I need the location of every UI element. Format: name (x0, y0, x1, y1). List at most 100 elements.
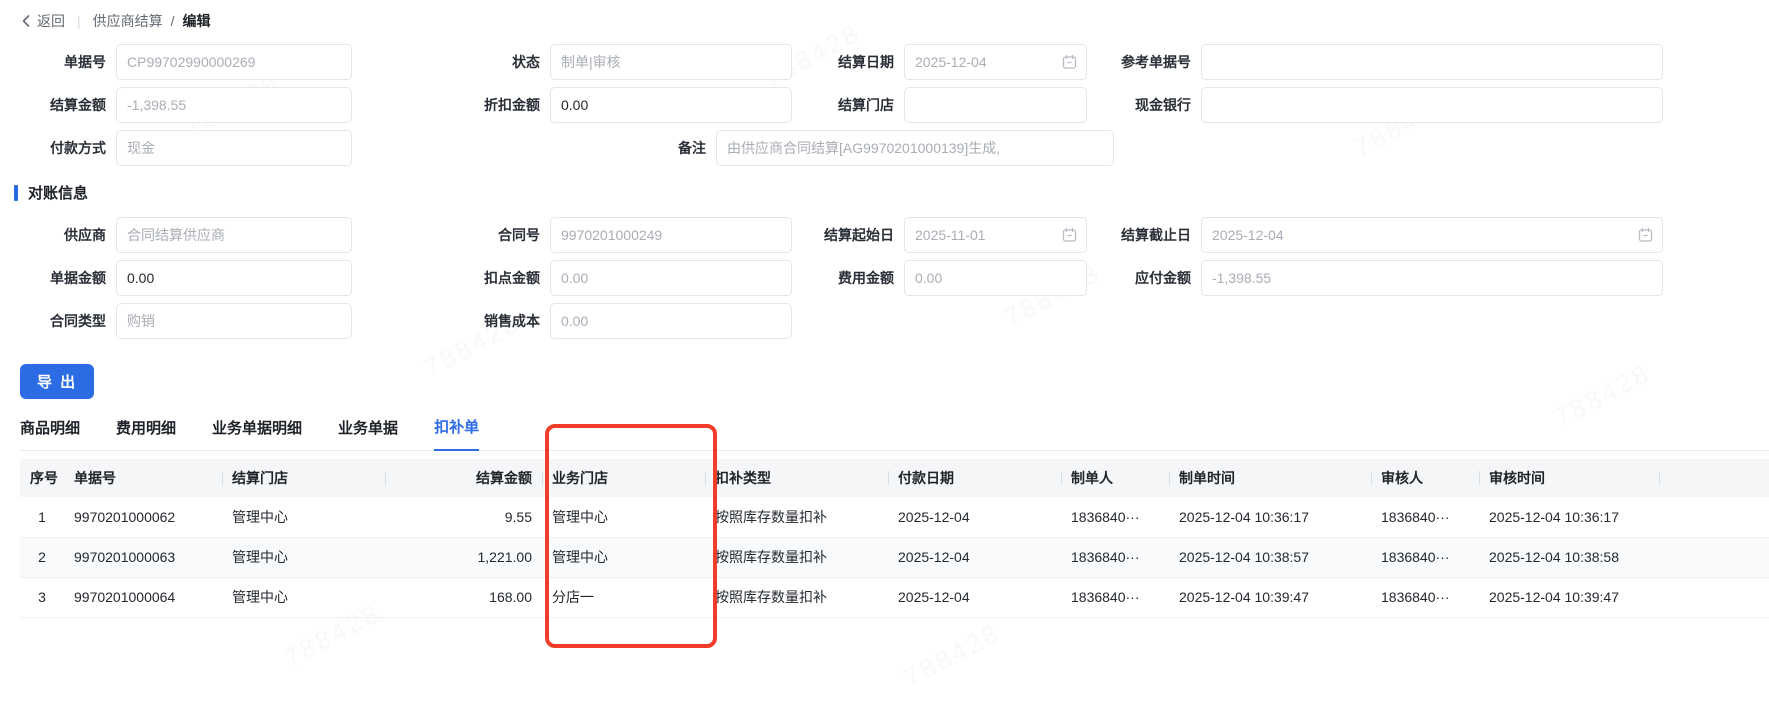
cash-bank-label: 现金银行 (1135, 97, 1191, 113)
deduct-amount-label: 扣点金额 (484, 270, 540, 286)
cash-bank-input[interactable] (1201, 87, 1663, 123)
col-header-seq: 序号 (20, 459, 64, 497)
contract-type-label: 合同类型 (50, 313, 106, 329)
calendar-icon[interactable] (1062, 227, 1077, 243)
breadcrumb-divider: | (77, 13, 81, 29)
tab-fee-detail[interactable]: 费用明细 (116, 417, 176, 450)
supplier-label: 供应商 (64, 227, 106, 243)
doc-amount-input[interactable] (116, 260, 352, 296)
reconcile-section-title: 对账信息 (14, 182, 1769, 203)
table-cell (1659, 497, 1769, 538)
discount-amount-input[interactable] (550, 87, 792, 123)
contract-no-input[interactable] (550, 217, 792, 253)
table-cell: 管理中心 (222, 537, 385, 578)
breadcrumb-section[interactable]: 供应商结算 (93, 11, 163, 31)
contract-type-input[interactable] (116, 303, 352, 339)
settle-amount-input[interactable] (116, 87, 352, 123)
calendar-icon[interactable] (1638, 227, 1653, 243)
reconcile-section-label: 对账信息 (28, 185, 89, 202)
form-row-3: 付款方式 备注 (20, 130, 1769, 166)
table-cell: 2025-12-04 (888, 497, 1061, 538)
reconcile-row-2: 单据金额 扣点金额 费用金额 应付金额 (20, 260, 1769, 296)
table-cell: 管理中心 (222, 497, 385, 538)
settle-end-input[interactable] (1201, 217, 1663, 253)
table-cell: 9970201000064 (64, 577, 222, 618)
sales-cost-label: 销售成本 (484, 313, 540, 329)
col-header-creator: 制单人 (1061, 459, 1169, 497)
settle-amount-label: 结算金额 (50, 97, 106, 113)
tab-business-doc-detail[interactable]: 业务单据明细 (212, 417, 302, 450)
payable-amount-input[interactable] (1201, 260, 1663, 296)
supplier-input[interactable] (116, 217, 352, 253)
breadcrumb: 返回 | 供应商结算 / 编辑 (20, 8, 1769, 34)
doc-no-label: 单据号 (64, 54, 106, 70)
tab-product-detail[interactable]: 商品明细 (20, 417, 80, 450)
back-button[interactable]: 返回 (20, 11, 65, 31)
settle-date-label: 结算日期 (838, 54, 894, 70)
settle-end-field (1201, 217, 1663, 253)
sales-cost-input[interactable] (550, 303, 792, 339)
status-input[interactable] (550, 44, 792, 80)
table-cell: 管理中心 (542, 537, 705, 578)
tab-business-doc[interactable]: 业务单据 (338, 417, 398, 450)
table-row[interactable]: 2 9970201000063 管理中心 1,221.00 管理中心 按照库存数… (20, 537, 1769, 578)
col-header-filler (1659, 459, 1769, 497)
col-header-business-store: 业务门店 (542, 459, 705, 497)
settle-start-label: 结算起始日 (824, 227, 894, 243)
table-row[interactable]: 3 9970201000064 管理中心 168.00 分店一 按照库存数量扣补… (20, 577, 1769, 618)
supplier-settlement-edit-page: 788428 788428 788428 788428 788428 78842… (0, 0, 1769, 712)
col-header-auditor: 审核人 (1371, 459, 1479, 497)
contract-no-label: 合同号 (498, 227, 540, 243)
settle-store-input[interactable] (904, 87, 1087, 123)
discount-amount-label: 折扣金额 (484, 97, 540, 113)
table-cell: 1836840··· (1371, 537, 1479, 578)
table-cell: 1 (20, 497, 64, 538)
col-header-create-time: 制单时间 (1169, 459, 1371, 497)
doc-no-input[interactable] (116, 44, 352, 80)
watermark-text: 788428 (898, 617, 1006, 693)
settle-start-field (904, 217, 1087, 253)
col-header-doc-no: 单据号 (64, 459, 222, 497)
page-title: 编辑 (182, 13, 211, 29)
remark-input[interactable] (716, 130, 1114, 166)
col-header-pay-date: 付款日期 (888, 459, 1061, 497)
settle-start-input[interactable] (904, 217, 1087, 253)
calendar-icon[interactable] (1062, 54, 1077, 70)
deduction-table: 序号 单据号 结算门店 结算金额 业务门店 扣补类型 付款日期 制单人 制单时间… (20, 459, 1769, 618)
table-cell: 1,221.00 (385, 537, 542, 578)
export-button[interactable]: 导 出 (20, 364, 95, 399)
col-header-deduction-type: 扣补类型 (705, 459, 888, 497)
table-cell: 2025-12-04 10:36:17 (1169, 497, 1371, 538)
reconcile-row-1: 供应商 合同号 结算起始日 结算截止日 (20, 217, 1769, 253)
ref-doc-no-input[interactable] (1201, 44, 1663, 80)
col-header-audit-time: 审核时间 (1479, 459, 1659, 497)
table-cell: 9.55 (385, 497, 542, 538)
table-cell: 2025-12-04 10:38:58 (1479, 537, 1659, 578)
reconcile-row-3: 合同类型 销售成本 (20, 303, 1769, 339)
status-label: 状态 (512, 54, 540, 70)
table-cell: 168.00 (385, 577, 542, 618)
table-cell: 2 (20, 537, 64, 578)
table-cell: 按照库存数量扣补 (705, 497, 888, 538)
table-row[interactable]: 1 9970201000062 管理中心 9.55 管理中心 按照库存数量扣补 … (20, 497, 1769, 538)
settle-end-label: 结算截止日 (1121, 227, 1191, 243)
detail-tabs: 商品明细 费用明细 业务单据明细 业务单据 扣补单 (20, 415, 1769, 451)
deduct-amount-input[interactable] (550, 260, 792, 296)
table-cell: 分店一 (542, 577, 705, 618)
fee-amount-label: 费用金额 (838, 270, 894, 286)
pay-method-input[interactable] (116, 130, 352, 166)
tab-deduction-doc[interactable]: 扣补单 (434, 416, 480, 451)
form-row-2: 结算金额 折扣金额 结算门店 现金银行 (20, 87, 1769, 123)
fee-amount-input[interactable] (904, 260, 1087, 296)
table-cell: 管理中心 (222, 577, 385, 618)
back-label: 返回 (37, 13, 65, 29)
table-cell (1659, 537, 1769, 578)
settle-date-input[interactable] (904, 44, 1087, 80)
table-cell: 3 (20, 577, 64, 618)
col-header-settle-store: 结算门店 (222, 459, 385, 497)
remark-label: 备注 (678, 140, 706, 156)
table-cell: 2025-12-04 10:38:57 (1169, 537, 1371, 578)
table-cell: 2025-12-04 10:39:47 (1169, 577, 1371, 618)
table-cell: 2025-12-04 10:39:47 (1479, 577, 1659, 618)
breadcrumb-separator: / (170, 13, 175, 29)
